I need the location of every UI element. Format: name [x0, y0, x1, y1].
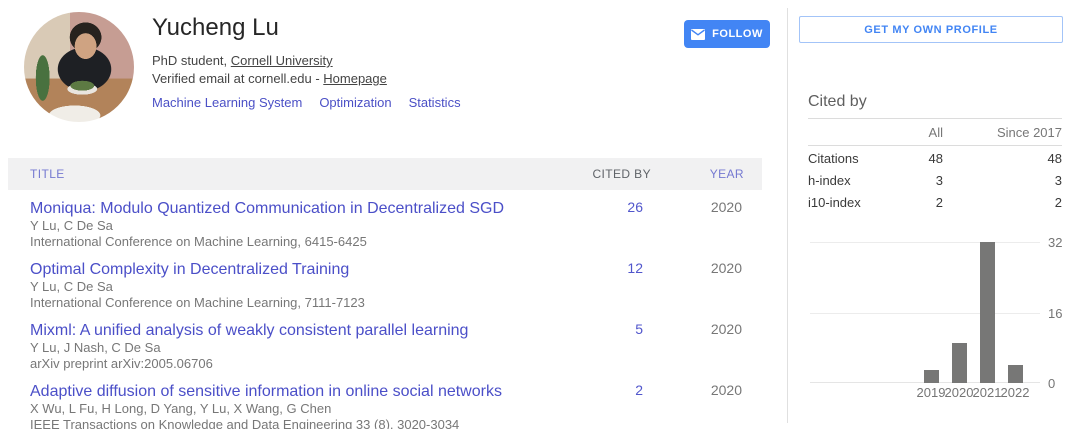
- publication-authors: Y Lu, J Nash, C De Sa: [30, 340, 161, 355]
- metric-value-since: 3: [1054, 173, 1062, 188]
- metrics-row: h-index 3 3: [808, 171, 1062, 190]
- metric-label: Citations: [808, 151, 859, 166]
- publication-venue: arXiv preprint arXiv:2005.06706: [30, 356, 213, 371]
- profile-verified-line: Verified email at cornell.edu - Homepage: [152, 70, 478, 88]
- metric-value-all: 3: [935, 173, 943, 188]
- publication-text: Adaptive diffusion of sensitive informat…: [30, 382, 561, 429]
- envelope-icon: [691, 28, 706, 40]
- affiliation-link[interactable]: Cornell University: [231, 53, 333, 68]
- publication-venue: International Conference on Machine Lear…: [30, 234, 367, 249]
- get-my-own-profile-button[interactable]: GET MY OWN PROFILE: [799, 16, 1063, 43]
- citation-count-link[interactable]: 5: [561, 321, 651, 337]
- publication-year: 2020: [710, 321, 742, 337]
- metrics-rows: Citations 48 48 h-index 3 3 i10-index 2 …: [808, 149, 1062, 212]
- publication-year: 2020: [710, 382, 742, 398]
- publication-text: Optimal Complexity in Decentralized Trai…: [30, 260, 561, 311]
- sort-by-title[interactable]: TITLE: [30, 167, 561, 181]
- publication-year: 2020: [710, 260, 742, 276]
- interests-list: Machine Learning System Optimization Stati…: [152, 95, 478, 110]
- publications-header: TITLE CITED BY YEAR: [8, 158, 762, 190]
- publication-title-link[interactable]: Mixml: A unified analysis of weakly cons…: [30, 321, 561, 340]
- publication-venue: IEEE Transactions on Knowledge and Data …: [30, 417, 460, 429]
- sort-by-year[interactable]: YEAR: [651, 167, 744, 181]
- publications-list: Moniqua: Modulo Quantized Communication …: [8, 190, 762, 429]
- publication-authors: X Wu, L Fu, H Long, D Yang, Y Lu, X Wang…: [30, 401, 332, 416]
- vertical-divider: [787, 8, 788, 423]
- metrics-header-row: . All Since 2017: [808, 118, 1062, 146]
- metric-value-since: 2: [1054, 195, 1062, 210]
- x-label-2022[interactable]: 2022: [999, 385, 1031, 400]
- publication-text: Moniqua: Modulo Quantized Communication …: [30, 199, 561, 250]
- interest-link[interactable]: Machine Learning System: [152, 95, 302, 110]
- metrics-col-since: Since 2017: [996, 124, 1062, 140]
- y-tick-32: 32: [1048, 235, 1063, 250]
- publication-title-link[interactable]: Adaptive diffusion of sensitive informat…: [30, 382, 561, 401]
- bar-2019[interactable]: [924, 370, 939, 383]
- follow-label: FOLLOW: [712, 28, 763, 40]
- profile-photo[interactable]: [24, 12, 134, 122]
- metrics-row: i10-index 2 2: [808, 193, 1062, 212]
- profile-info: Yucheng Lu PhD student, Cornell Universi…: [152, 14, 478, 110]
- metric-value-since: 48: [1047, 151, 1062, 166]
- citation-count-link[interactable]: 26: [561, 199, 651, 215]
- verified-prefix: Verified email at cornell.edu -: [152, 71, 324, 86]
- citation-count-link[interactable]: 2: [561, 382, 651, 398]
- publication-row: Mixml: A unified analysis of weakly cons…: [8, 312, 762, 373]
- homepage-link[interactable]: Homepage: [323, 71, 387, 86]
- interest-link[interactable]: Statistics: [409, 95, 461, 110]
- gridline-16: [810, 312, 1040, 314]
- interest-link[interactable]: Optimization: [319, 95, 391, 110]
- profile-role-line: PhD student, Cornell University: [152, 52, 478, 70]
- scholar-profile-page: Yucheng Lu PhD student, Cornell Universi…: [0, 0, 1080, 429]
- follow-button[interactable]: FOLLOW: [684, 20, 770, 48]
- profile-name: Yucheng Lu: [152, 14, 279, 41]
- publication-title-link[interactable]: Optimal Complexity in Decentralized Trai…: [30, 260, 561, 279]
- metric-value-all: 2: [935, 195, 943, 210]
- citation-count-link[interactable]: 12: [561, 260, 651, 276]
- publication-authors: Y Lu, C De Sa: [30, 218, 113, 233]
- bar-2022[interactable]: [1008, 365, 1023, 383]
- citations-bar-chart: [810, 242, 1040, 383]
- publication-row: Adaptive diffusion of sensitive informat…: [8, 373, 762, 429]
- publication-row: Optimal Complexity in Decentralized Trai…: [8, 251, 762, 312]
- citation-metrics-table: . All Since 2017 Citations 48 48 h-index…: [808, 118, 1062, 212]
- metric-value-all: 48: [928, 151, 943, 166]
- publication-year: 2020: [710, 199, 742, 215]
- y-tick-0: 0: [1048, 376, 1056, 391]
- publication-authors: Y Lu, C De Sa: [30, 279, 113, 294]
- metrics-row: Citations 48 48: [808, 149, 1062, 168]
- y-tick-16: 16: [1048, 305, 1063, 321]
- publication-text: Mixml: A unified analysis of weakly cons…: [30, 321, 561, 372]
- publication-title-link[interactable]: Moniqua: Modulo Quantized Communication …: [30, 199, 561, 218]
- sort-by-cited[interactable]: CITED BY: [561, 167, 651, 181]
- bar-2020[interactable]: [952, 343, 967, 383]
- cited-by-heading[interactable]: Cited by: [808, 93, 867, 111]
- role-prefix: PhD student,: [152, 53, 231, 68]
- metric-label: i10-index: [808, 195, 861, 210]
- chart-x-labels: 2019 2020 2021 2022: [810, 385, 1040, 400]
- publication-venue: International Conference on Machine Lear…: [30, 295, 365, 310]
- metric-label: h-index: [808, 173, 851, 188]
- bar-2021[interactable]: [980, 242, 995, 383]
- metrics-col-all: All: [928, 124, 943, 140]
- publication-row: Moniqua: Modulo Quantized Communication …: [8, 190, 762, 251]
- gridline-32: [810, 242, 1040, 243]
